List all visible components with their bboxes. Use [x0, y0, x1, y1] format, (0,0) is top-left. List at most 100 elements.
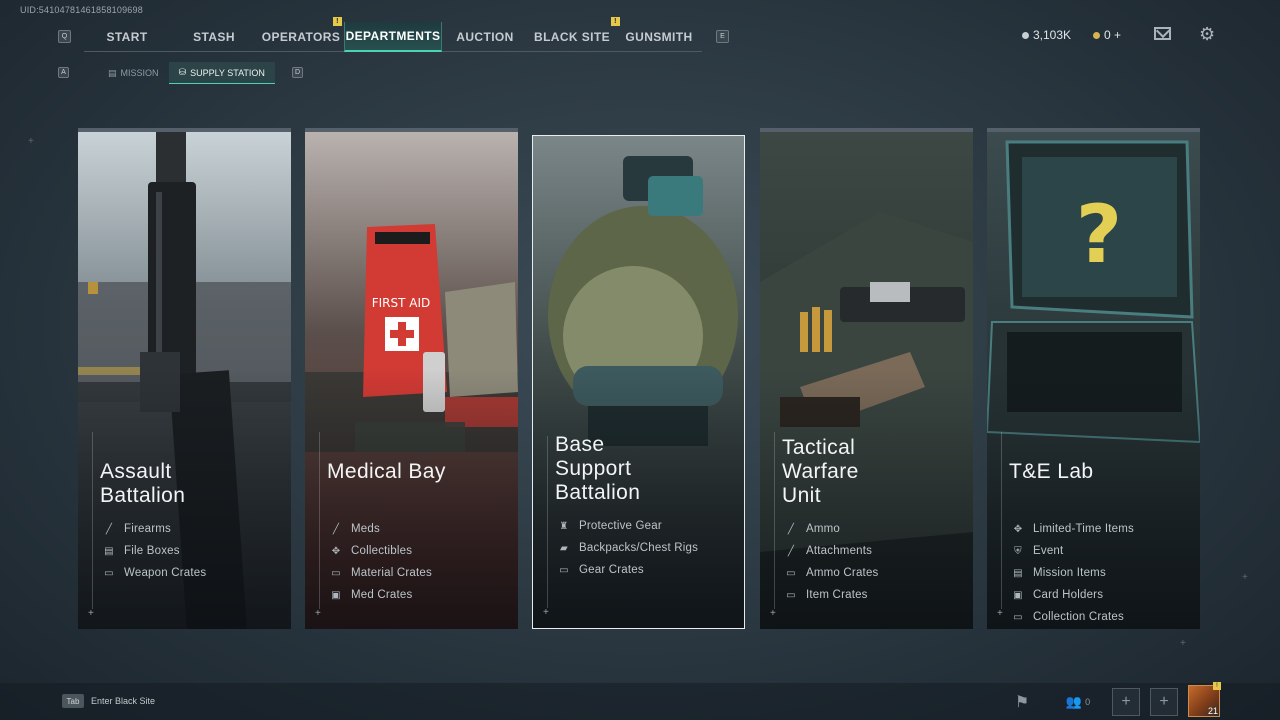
subtab-mission-label: MISSION: [120, 68, 159, 78]
tab-auction[interactable]: AUCTION: [442, 22, 528, 52]
svg-text:?: ?: [1076, 188, 1122, 281]
card-divider: [92, 432, 93, 609]
event-icon: ⛨: [1014, 545, 1022, 557]
gold-currency[interactable]: 0 +: [1093, 28, 1121, 42]
mail-icon[interactable]: [1154, 27, 1171, 40]
list-item: ✥ Collectibles: [329, 540, 432, 562]
list-item-label: Material Crates: [351, 567, 432, 579]
card-assault-battalion[interactable]: Assault Battalion ╱ Firearms ▤ File Boxes …: [78, 128, 291, 629]
mission-icon: ▤: [108, 67, 117, 78]
rifle-icon: ╱: [105, 523, 113, 535]
squad-button[interactable]: 👥 0: [1058, 688, 1098, 716]
avatar[interactable]: ! 21: [1188, 682, 1221, 717]
crate-icon: ▭: [559, 564, 569, 576]
list-item-label: Collection Crates: [1033, 611, 1124, 623]
hud-crosshair-icon: +: [1180, 638, 1186, 649]
list-item-label: Ammo Crates: [806, 567, 879, 579]
svg-text:FIRST AID: FIRST AID: [372, 296, 431, 310]
card-title: Medical Bay: [327, 460, 446, 483]
list-item: ▭ Material Crates: [329, 562, 432, 584]
plus-marker-icon: +: [770, 608, 776, 619]
subnav-next-key-hint[interactable]: D: [292, 67, 303, 78]
collectible-icon: ✥: [1013, 523, 1023, 535]
mission-icon: ▤: [1013, 567, 1023, 579]
card-divider: [774, 432, 775, 609]
tab-gunsmith[interactable]: GUNSMITH: [616, 22, 702, 52]
crate-icon: ▭: [331, 567, 341, 579]
list-item: ▤ Mission Items: [1011, 562, 1134, 584]
list-item-label: Limited-Time Items: [1033, 523, 1134, 535]
list-item-label: File Boxes: [124, 545, 180, 557]
crate-icon: ▭: [1013, 611, 1023, 623]
list-item: ▰ Backpacks/Chest Rigs: [557, 537, 698, 559]
card-base-support-battalion[interactable]: Base Support Battalion ♜ Protective Gear …: [532, 135, 745, 629]
list-item: ╱ Firearms: [102, 518, 206, 540]
list-item-label: Attachments: [806, 545, 873, 557]
supply-station-icon: ⛁: [178, 67, 187, 77]
list-item-label: Event: [1033, 545, 1064, 557]
subnav-prev-key-hint[interactable]: A: [58, 67, 69, 78]
sub-nav: ▤ MISSION ⛁ SUPPLY STATION: [98, 62, 275, 84]
nav-prev-key-hint[interactable]: Q: [58, 30, 71, 43]
card-tactical-warfare-unit[interactable]: Tactical Warfare Unit ╱ Ammo ╱ Attachments…: [760, 128, 973, 629]
card-title: T&E Lab: [1009, 460, 1094, 483]
flag-icon[interactable]: ⚑: [1008, 688, 1036, 716]
list-item: ▭ Item Crates: [784, 584, 879, 606]
tab-auction-label: AUCTION: [456, 30, 514, 44]
list-item-label: Mission Items: [1033, 567, 1106, 579]
list-item-label: Ammo: [806, 523, 841, 535]
squad-count: 0: [1085, 697, 1091, 707]
gear-icon[interactable]: ⚙: [1199, 24, 1215, 45]
crate-icon: ▭: [786, 589, 796, 601]
plus-marker-icon: +: [543, 607, 549, 618]
add-squad-member-button[interactable]: +: [1112, 688, 1140, 716]
subtab-supply-station[interactable]: ⛁ SUPPLY STATION: [168, 62, 275, 84]
card-te-lab[interactable]: ? T&E Lab ✥ Limited-Time Items ⛨ Event ▤ Mi…: [987, 128, 1200, 629]
card-divider: [547, 436, 548, 608]
add-squad-member-button[interactable]: +: [1150, 688, 1178, 716]
list-item-label: Collectibles: [351, 545, 413, 557]
tab-start[interactable]: START: [84, 22, 170, 52]
list-item: ⛨ Event: [1011, 540, 1134, 562]
vest-icon: ♜: [559, 520, 569, 532]
uid-label: UID:5410478146185810969​8: [20, 5, 143, 15]
enter-black-site-label[interactable]: Enter Black Site: [91, 696, 155, 706]
tab-operators-label: OPERATORS: [261, 30, 341, 44]
list-item-label: Med Crates: [351, 589, 413, 601]
plus-icon: +: [1159, 693, 1169, 710]
card-item-list: ✥ Limited-Time Items ⛨ Event ▤ Mission Item…: [1011, 518, 1134, 628]
tab-departments-label: DEPARTMENTS: [345, 29, 441, 43]
tab-stash[interactable]: STASH: [170, 22, 258, 52]
list-item: ╱ Meds: [329, 518, 432, 540]
tab-gunsmith-label: GUNSMITH: [625, 30, 693, 44]
plus-marker-icon: +: [88, 608, 94, 619]
list-item: ╱ Ammo: [784, 518, 879, 540]
collectible-icon: ✥: [331, 545, 341, 557]
silver-amount: 3,103K: [1033, 28, 1072, 42]
backpack-icon: ▰: [560, 542, 568, 554]
list-item: ✥ Limited-Time Items: [1011, 518, 1134, 540]
list-item-label: Protective Gear: [579, 520, 662, 532]
tab-operators[interactable]: OPERATORS !: [258, 17, 344, 52]
tab-stash-label: STASH: [193, 30, 235, 44]
avatar-level: 21: [1207, 706, 1218, 716]
syringe-icon: ╱: [332, 523, 340, 535]
silver-currency[interactable]: 3,103K: [1022, 28, 1071, 42]
gold-amount: 0 +: [1104, 28, 1122, 42]
operators-alert-icon: !: [333, 17, 342, 26]
list-item: ▭ Weapon Crates: [102, 562, 206, 584]
gold-coin-icon: [1093, 31, 1100, 39]
med-crate-icon: ▣: [331, 589, 341, 601]
department-cards: Assault Battalion ╱ Firearms ▤ File Boxes …: [78, 128, 1202, 629]
nav-next-key-hint[interactable]: E: [716, 30, 729, 43]
attachment-icon: ╱: [787, 545, 795, 557]
subtab-mission[interactable]: ▤ MISSION: [98, 62, 169, 84]
tab-black-site[interactable]: BLACK SITE !: [528, 17, 620, 52]
card-title: Assault Battalion: [100, 460, 186, 507]
main-nav: START STASH OPERATORS ! DEPARTMENTS AUCT…: [84, 17, 702, 52]
card-medical-bay[interactable]: FIRST AID Medical Bay ╱ Meds ✥ Collectible…: [305, 128, 518, 629]
list-item: ▣ Card Holders: [1011, 584, 1134, 606]
tab-key-hint[interactable]: Tab: [62, 694, 84, 708]
tab-departments[interactable]: DEPARTMENTS: [344, 22, 442, 52]
card-icon: ▣: [1013, 589, 1023, 601]
